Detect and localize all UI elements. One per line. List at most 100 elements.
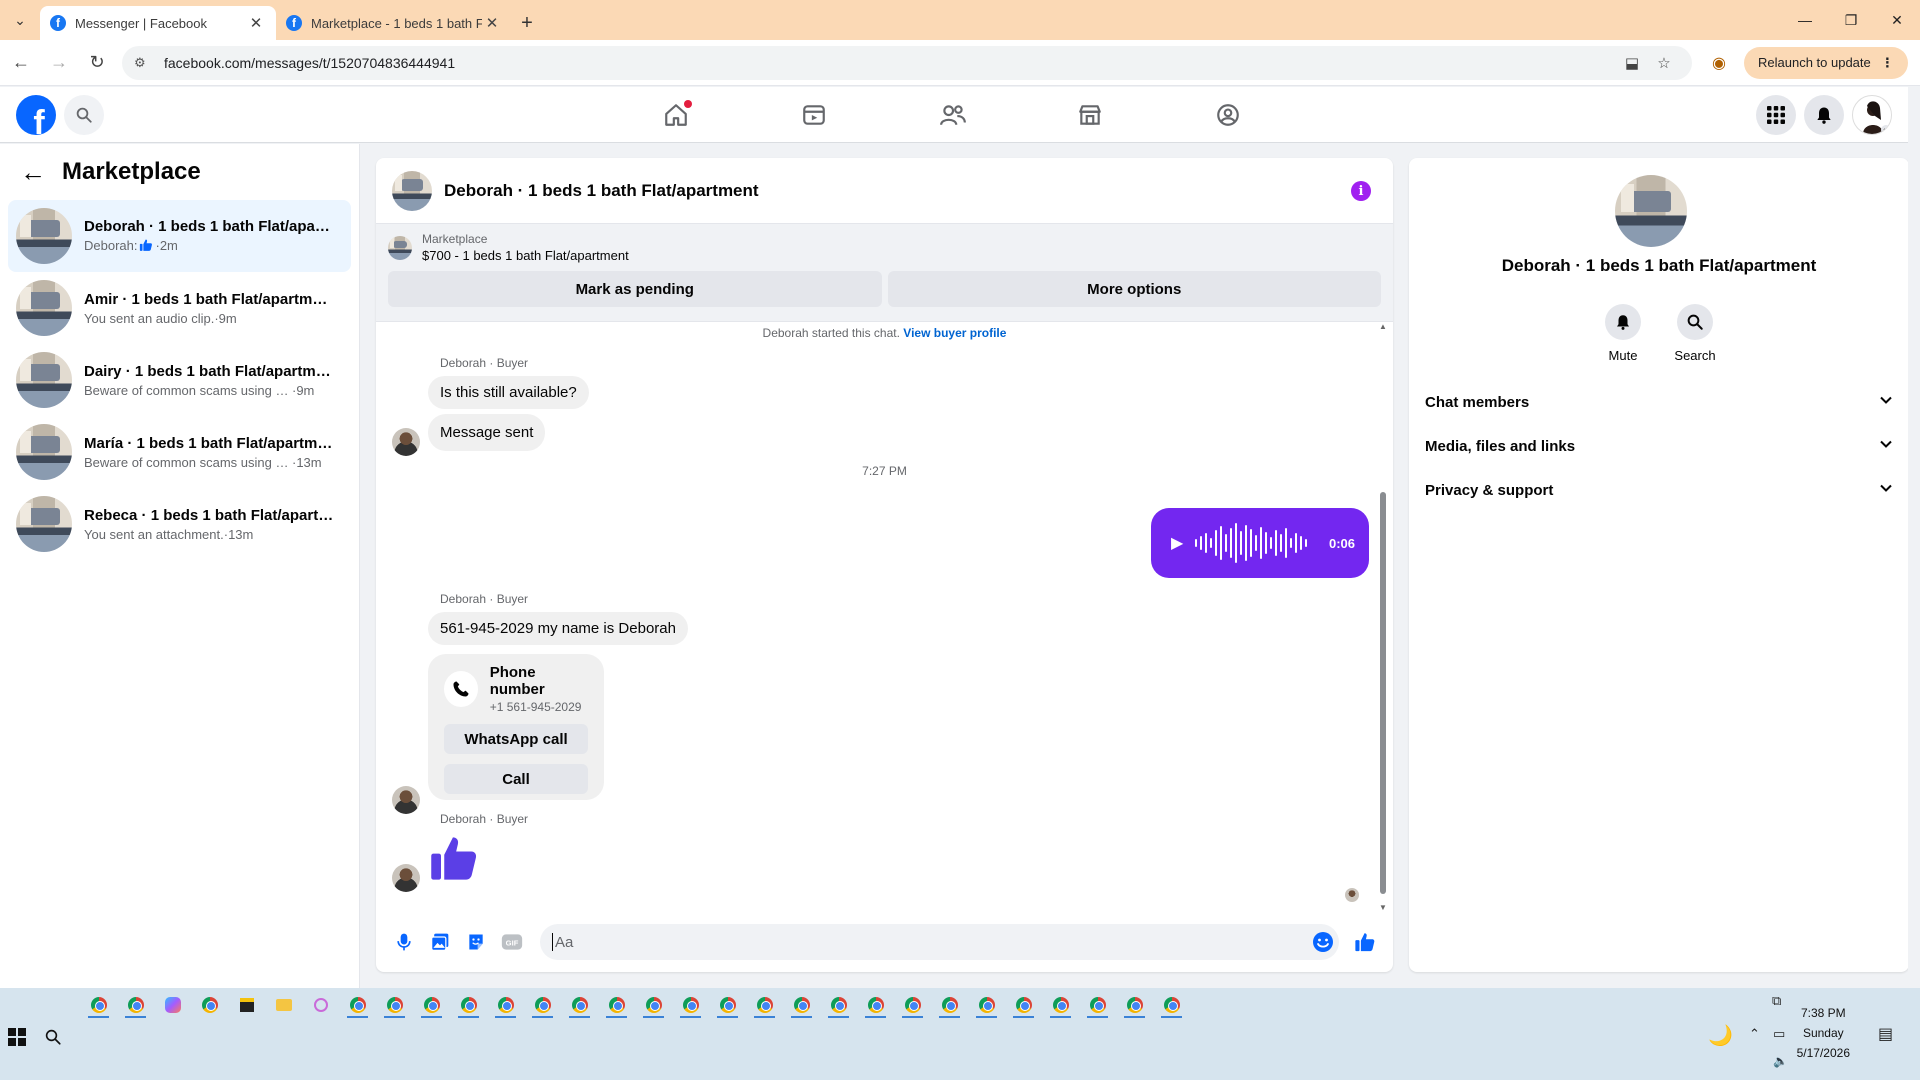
message-bubble[interactable]: 561-945-2029 my name is Deborah <box>428 612 688 645</box>
minimize-icon[interactable]: — <box>1782 0 1828 40</box>
chrome-app-icon[interactable] <box>413 990 450 1020</box>
scroll-down-icon[interactable]: ▼ <box>1379 903 1387 912</box>
chrome-app-icon[interactable] <box>709 990 746 1020</box>
reload-icon[interactable]: ↻ <box>80 46 114 80</box>
scroll-up-icon[interactable]: ▲ <box>1379 322 1387 331</box>
bookmark-star-icon[interactable]: ☆ <box>1648 54 1680 72</box>
volume-icon[interactable]: 🔈 <box>1773 1054 1788 1068</box>
install-app-icon[interactable]: ⬓ <box>1616 54 1648 72</box>
conversation-item[interactable]: Amir · 1 beds 1 bath Flat/apartment You s… <box>8 272 351 344</box>
chrome-app-icon[interactable] <box>376 990 413 1020</box>
chrome-app-icon[interactable] <box>339 990 376 1020</box>
sticker-icon[interactable] <box>458 924 494 960</box>
mark-as-pending-button[interactable]: Mark as pending <box>388 271 882 307</box>
forward-arrow-icon[interactable]: → <box>42 46 76 80</box>
file-explorer-app-icon[interactable] <box>265 990 302 1020</box>
chrome-app-icon[interactable] <box>450 990 487 1020</box>
more-menu-icon[interactable]: ⋮ <box>1881 55 1894 71</box>
conversation-item[interactable]: María · 1 beds 1 bath Flat/apartment Bewa… <box>8 416 351 488</box>
play-icon[interactable]: ▶ <box>1171 533 1183 553</box>
chrome-app-icon[interactable] <box>1116 990 1153 1020</box>
chrome-app-icon[interactable] <box>894 990 931 1020</box>
copilot-app-icon[interactable] <box>154 990 191 1020</box>
conversation-item[interactable]: Deborah · 1 beds 1 bath Flat/apart... Deb… <box>8 200 351 272</box>
url-text[interactable]: facebook.com/messages/t/1520704836444941 <box>164 55 1616 71</box>
windows-start-icon[interactable] <box>8 1028 26 1051</box>
chrome-app-icon[interactable] <box>117 990 154 1020</box>
menu-grid-icon[interactable] <box>1756 95 1796 135</box>
marketplace-icon[interactable] <box>1034 87 1146 143</box>
chrome-app-icon[interactable] <box>1005 990 1042 1020</box>
chrome-app-icon[interactable] <box>524 990 561 1020</box>
search-conversation-button[interactable]: Search <box>1674 304 1716 363</box>
chrome-app-icon[interactable] <box>968 990 1005 1020</box>
notifications-bell-icon[interactable] <box>1804 95 1844 135</box>
search-icon[interactable] <box>1677 304 1713 340</box>
account-avatar[interactable] <box>1852 95 1892 135</box>
chrome-app-icon[interactable] <box>672 990 709 1020</box>
chrome-app-icon[interactable] <box>1042 990 1079 1020</box>
tab-marketplace[interactable]: f Marketplace - 1 beds 1 bath Fla ✕ <box>276 6 512 40</box>
relaunch-button[interactable]: Relaunch to update ⋮ <box>1744 46 1908 79</box>
conversation-item[interactable]: Dairy · 1 beds 1 bath Flat/apartment Bewa… <box>8 344 351 416</box>
chrome-app-icon[interactable] <box>1153 990 1190 1020</box>
view-buyer-profile-link[interactable]: View buyer profile <box>903 326 1006 340</box>
night-mode-moon-icon[interactable]: 🌙 <box>1708 1023 1733 1048</box>
chat-members-section[interactable]: Chat members <box>1425 380 1893 424</box>
microphone-icon[interactable] <box>386 924 422 960</box>
more-options-button[interactable]: More options <box>887 271 1381 307</box>
message-thread[interactable]: Deborah started this chat. View buyer pr… <box>376 322 1393 912</box>
chrome-app-icon[interactable] <box>80 990 117 1020</box>
photo-gallery-icon[interactable] <box>422 924 458 960</box>
paint-app-icon[interactable] <box>302 990 339 1020</box>
buyer-avatar[interactable] <box>392 428 420 456</box>
taskbar-search-icon[interactable] <box>44 1028 62 1051</box>
info-icon[interactable]: i <box>1351 181 1371 201</box>
emoji-icon[interactable] <box>1311 930 1335 958</box>
new-tab-button[interactable]: + <box>512 6 542 40</box>
send-like-icon[interactable] <box>1347 924 1383 960</box>
chrome-app-icon[interactable] <box>746 990 783 1020</box>
message-bubble[interactable]: Message sent <box>428 414 546 451</box>
screen-icon[interactable]: ⧉ <box>1772 993 1781 1009</box>
buyer-avatar[interactable] <box>392 864 420 892</box>
back-arrow-icon[interactable]: ← <box>4 46 38 80</box>
audio-message[interactable]: ▶ 0:06 <box>1151 508 1369 578</box>
thumbs-up-sticker-icon[interactable] <box>428 832 480 889</box>
chat-details-avatar[interactable] <box>1615 175 1687 247</box>
chrome-app-icon[interactable] <box>783 990 820 1020</box>
back-arrow-icon[interactable]: ← <box>20 157 46 188</box>
chrome-app-icon[interactable] <box>598 990 635 1020</box>
page-scrollbar[interactable] <box>1908 87 1920 988</box>
bell-icon[interactable] <box>1605 304 1641 340</box>
call-button[interactable]: Call <box>444 764 588 794</box>
message-bubble[interactable]: Is this still available? <box>428 376 589 409</box>
taskbar-clock[interactable]: 7:38 PM Sunday 5/17/2026 <box>1797 1003 1850 1063</box>
notification-center-icon[interactable]: ▤ <box>1878 1024 1893 1044</box>
chrome-app-icon[interactable] <box>820 990 857 1020</box>
friends-icon[interactable] <box>897 87 1009 143</box>
buyer-avatar[interactable] <box>392 786 420 814</box>
gaming-icon[interactable] <box>1172 87 1284 143</box>
home-icon[interactable] <box>620 87 732 143</box>
chrome-app-icon[interactable] <box>635 990 672 1020</box>
network-icon[interactable]: ▭ <box>1773 1026 1785 1042</box>
whatsapp-call-button[interactable]: WhatsApp call <box>444 724 588 754</box>
audio-waveform[interactable] <box>1195 521 1321 565</box>
tab-search-chevron-icon[interactable]: ⌄ <box>0 0 40 40</box>
tab-messenger[interactable]: f Messenger | Facebook ✕ <box>40 6 276 40</box>
gif-icon[interactable]: GIF <box>494 924 530 960</box>
close-window-icon[interactable]: ✕ <box>1874 0 1920 40</box>
chat-thumbnail[interactable] <box>392 170 432 211</box>
chrome-app-icon[interactable] <box>561 990 598 1020</box>
media-files-links-section[interactable]: Media, files and links <box>1425 424 1893 468</box>
close-tab-icon[interactable]: ✕ <box>482 14 502 32</box>
chrome-app-icon[interactable] <box>931 990 968 1020</box>
site-info-icon[interactable]: ⚙ <box>134 55 152 71</box>
chrome-app-icon[interactable] <box>1079 990 1116 1020</box>
chrome-app-icon[interactable] <box>487 990 524 1020</box>
message-input[interactable]: Aa <box>540 924 1339 960</box>
video-icon[interactable] <box>758 87 870 143</box>
listing-row[interactable]: Marketplace $700 - 1 beds 1 bath Flat/ap… <box>388 232 1381 263</box>
scrollbar-thumb[interactable] <box>1380 492 1386 894</box>
